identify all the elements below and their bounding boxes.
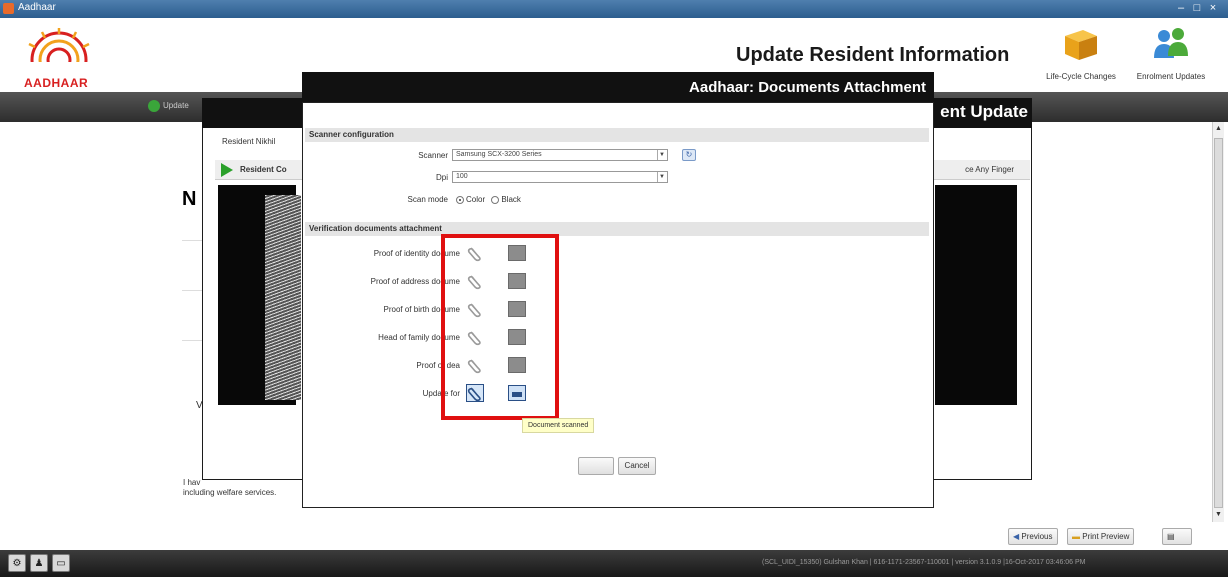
dialog-titlebar: Aadhaar: Documents Attachment <box>302 72 934 102</box>
consent-text-line-1: I hav <box>183 478 201 487</box>
logo-text: AADHAAR <box>24 76 89 90</box>
life-cycle-changes-label: Life-Cycle Changes <box>1046 72 1116 81</box>
color-option-label: Color <box>466 195 486 204</box>
update-nav-label: Update <box>163 101 189 111</box>
dpi-label: Dpi <box>435 173 448 182</box>
page-title: Update Resident Information <box>736 44 1010 66</box>
ok-button[interactable] <box>578 457 614 475</box>
previous-button[interactable]: ◀ Previous <box>1008 528 1058 545</box>
update-icon <box>148 100 160 112</box>
printer-status-icon[interactable]: ▭ <box>52 554 70 572</box>
play-icon[interactable] <box>221 163 233 177</box>
scanner-label: Scanner <box>418 151 448 160</box>
fingerprint-icon <box>265 195 301 400</box>
cancel-button[interactable]: Cancel <box>618 457 656 475</box>
document-label: Proof of address docume <box>370 277 460 286</box>
user-icon[interactable]: ♟ <box>30 554 48 572</box>
scan-mode-label: Scan mode <box>407 195 448 204</box>
black-radio[interactable] <box>491 195 500 204</box>
scan-mode-options: Color Black <box>452 195 521 204</box>
consent-text-line-2: including welfare services. <box>183 488 277 497</box>
finger-select-label[interactable]: ce Any Finger <box>965 165 1014 174</box>
dpi-select[interactable]: 100 ▼ <box>452 171 668 183</box>
status-info: (SCL_UIDI_15350) Gulshan Khan | 616-1171… <box>762 559 1086 566</box>
previous-label: Previous <box>1021 532 1053 541</box>
consent-text: I hav including welfare services. <box>183 478 276 498</box>
print-preview-label: Print Preview <box>1082 532 1130 541</box>
verification-documents-header: Verification documents attachment <box>305 222 929 236</box>
settings-icon[interactable]: ⚙ <box>8 554 26 572</box>
enrolment-updates-button[interactable]: Enrolment Updates <box>1126 22 1216 88</box>
highlight-box <box>441 234 559 420</box>
chevron-down-icon[interactable]: ▼ <box>657 150 666 160</box>
print-preview-button[interactable]: ▬ Print Preview <box>1067 528 1135 545</box>
scroll-down-icon[interactable]: ▼ <box>1214 509 1223 521</box>
background-heading: N <box>182 188 197 210</box>
printer-icon: ▬ <box>1072 532 1083 541</box>
life-cycle-changes-button[interactable]: Life-Cycle Changes <box>1036 22 1126 88</box>
window-titlebar: Aadhaar – □ × <box>0 0 1228 18</box>
save-icon: ▤ <box>1167 532 1175 541</box>
enrolment-updates-label: Enrolment Updates <box>1136 72 1206 81</box>
resident-tabs[interactable]: Resident Nikhil <box>222 137 275 146</box>
document-label: Update for <box>422 389 460 398</box>
resident-capture-label: Resident Co <box>240 165 287 174</box>
app-icon <box>3 3 14 14</box>
document-label: Proof of identity docume <box>373 249 460 258</box>
close-button[interactable]: × <box>1202 1 1224 15</box>
scanner-select[interactable]: Samsung SCX-3200 Series ▼ <box>452 149 668 161</box>
color-radio[interactable] <box>456 195 464 204</box>
window-title: Aadhaar <box>18 2 56 13</box>
update-nav-button[interactable]: Update <box>148 100 189 112</box>
fingerprint-preview-right <box>935 185 1017 405</box>
dialog-title: Aadhaar: Documents Attachment <box>689 79 926 96</box>
document-scanned-tooltip: Document scanned <box>522 418 595 433</box>
dpi-value: 100 <box>456 173 468 180</box>
box-icon <box>1065 30 1097 60</box>
resident-update-title: ent Update <box>940 102 1028 121</box>
save-button[interactable]: ▤ <box>1162 528 1192 545</box>
users-icon <box>1154 28 1188 58</box>
document-label: Proof of birth docume <box>383 305 460 314</box>
scroll-thumb[interactable] <box>1214 138 1223 508</box>
vertical-scrollbar[interactable]: ▲ ▼ <box>1212 122 1224 522</box>
chevron-down-icon[interactable]: ▼ <box>657 172 666 182</box>
document-label: Proof of dea <box>416 361 460 370</box>
scanner-value: Samsung SCX-3200 Series <box>456 151 542 158</box>
black-option-label: Black <box>501 195 521 204</box>
status-bar: ⚙ ♟ ▭ (SCL_UIDI_15350) Gulshan Khan | 61… <box>0 550 1228 577</box>
refresh-icon[interactable]: ↻ <box>682 149 696 161</box>
document-label: Head of family docume <box>378 333 460 342</box>
scanner-configuration-header: Scanner configuration <box>305 128 929 142</box>
scroll-up-icon[interactable]: ▲ <box>1214 123 1223 135</box>
